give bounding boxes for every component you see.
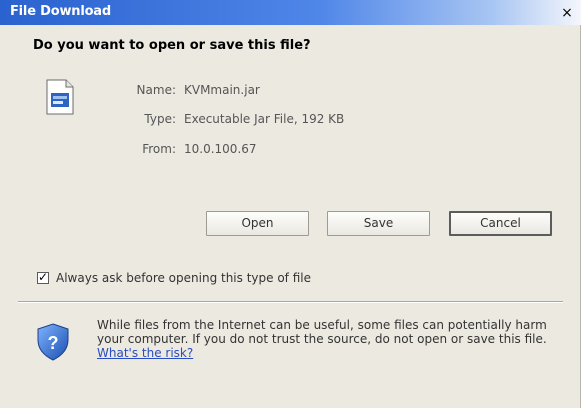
open-button[interactable]: Open — [206, 211, 309, 236]
warning-text: While files from the Internet can be use… — [97, 318, 567, 360]
separator-highlight — [18, 302, 563, 303]
shield-question-icon: ? — [37, 323, 69, 361]
file-name-row: Name: KVMmain.jar — [130, 83, 260, 97]
file-from-row: From: 10.0.100.67 — [130, 142, 257, 156]
title-bar[interactable]: File Download × — [0, 0, 581, 25]
file-type-row: Type: Executable Jar File, 192 KB — [130, 112, 344, 126]
type-value: Executable Jar File, 192 KB — [184, 112, 345, 126]
cancel-button[interactable]: Cancel — [449, 211, 552, 236]
jar-file-icon — [46, 79, 74, 115]
always-ask-checkbox[interactable]: ✓ — [37, 270, 49, 284]
dialog-question: Do you want to open or save this file? — [33, 38, 311, 53]
window-title: File Download — [10, 4, 111, 19]
name-value: KVMmain.jar — [184, 83, 260, 97]
file-download-dialog: File Download × Do you want to open or s… — [0, 0, 581, 408]
type-label: Type: — [144, 112, 176, 126]
checkmark-icon: ✓ — [38, 270, 49, 284]
close-button[interactable]: × — [558, 5, 576, 21]
name-label: Name: — [136, 83, 176, 97]
always-ask-label[interactable]: Always ask before opening this type of f… — [56, 271, 311, 285]
svg-text:?: ? — [48, 333, 59, 353]
from-label: From: — [142, 142, 176, 156]
warning-message: While files from the Internet can be use… — [97, 318, 547, 346]
save-button[interactable]: Save — [327, 211, 430, 236]
whats-the-risk-link[interactable]: What's the risk? — [97, 346, 193, 360]
from-value: 10.0.100.67 — [184, 142, 257, 156]
